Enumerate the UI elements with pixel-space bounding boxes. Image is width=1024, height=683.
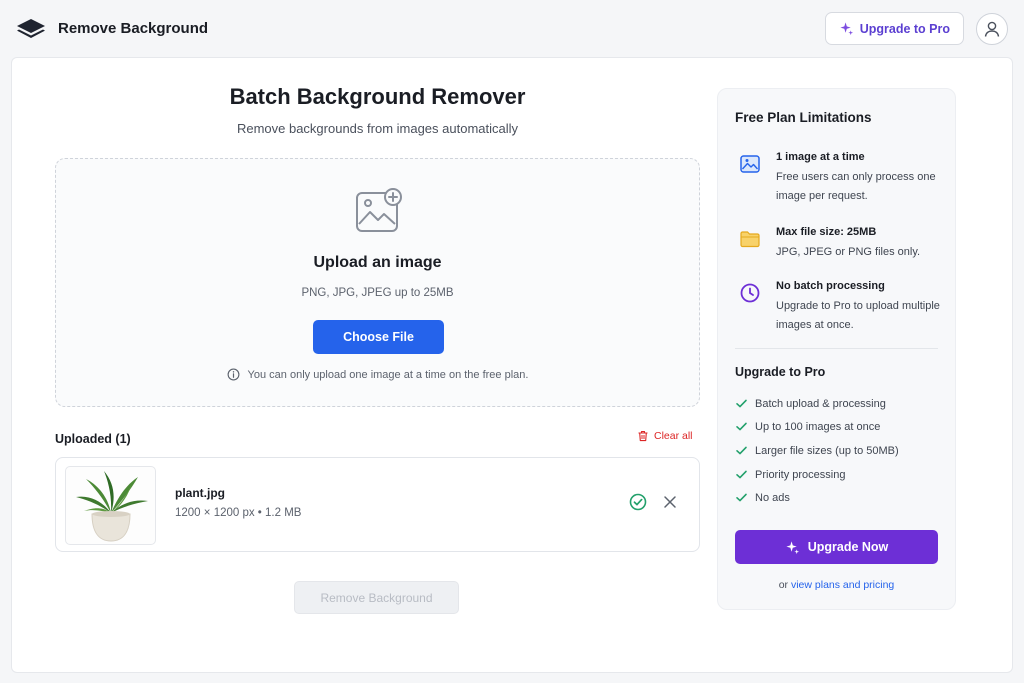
trash-icon bbox=[638, 431, 648, 442]
pro-feature-label: Priority processing bbox=[755, 468, 846, 481]
top-bar: Remove Background Upgrade to Pro bbox=[0, 0, 1024, 57]
pro-feature-label: Larger file sizes (up to 50MB) bbox=[755, 444, 899, 457]
page-title: Batch Background Remover bbox=[229, 84, 526, 109]
limitation-title: Max file size: 25MB bbox=[776, 226, 877, 238]
pro-feature: No ads bbox=[735, 491, 790, 504]
pro-feature: Batch upload & processing bbox=[735, 397, 886, 410]
sparkle-icon bbox=[786, 540, 799, 554]
upload-title: Upload an image bbox=[313, 254, 442, 271]
info-icon bbox=[227, 368, 239, 381]
uploaded-title: Uploaded (1) bbox=[55, 432, 131, 446]
user-avatar[interactable] bbox=[976, 12, 1008, 45]
limitation-desc: JPG, JPEG or PNG files only. bbox=[776, 246, 921, 258]
limitation-desc: Upgrade to Pro to upload multiple images… bbox=[776, 300, 940, 331]
plant-thumbnail-image bbox=[76, 471, 148, 542]
upgrade-to-pro-label: Upgrade to Pro bbox=[859, 21, 950, 36]
view-plans-link[interactable]: view plans and pricing bbox=[791, 579, 894, 591]
sparkle-icon bbox=[840, 22, 853, 36]
upload-note-text: You can only upload one image at a time … bbox=[247, 368, 529, 381]
upgrade-now-label: Upgrade Now bbox=[807, 540, 889, 554]
check-circle-icon bbox=[629, 493, 647, 511]
user-icon bbox=[984, 21, 1000, 37]
upload-note: You can only upload one image at a time … bbox=[56, 368, 699, 381]
brand-title: Remove Background bbox=[58, 20, 209, 37]
close-icon[interactable] bbox=[662, 494, 678, 510]
image-add-icon bbox=[356, 188, 402, 232]
layers-logo-icon bbox=[17, 18, 45, 38]
check-icon bbox=[736, 470, 747, 479]
pricing-prefix: or bbox=[778, 579, 789, 591]
file-thumbnail bbox=[65, 466, 156, 545]
upload-dropzone[interactable]: Upload an image PNG, JPG, JPEG up to 25M… bbox=[55, 158, 700, 407]
uploaded-file-row: plant.jpg 1200 × 1200 px • 1.2 MB bbox=[55, 457, 700, 552]
pro-feature: Priority processing bbox=[735, 468, 845, 481]
folder-icon bbox=[740, 231, 760, 248]
file-meta: 1200 × 1200 px • 1.2 MB bbox=[175, 507, 302, 519]
pro-feature-label: No ads bbox=[755, 491, 790, 504]
remove-background-button[interactable]: Remove Background bbox=[294, 581, 459, 614]
upload-formats: PNG, JPG, JPEG up to 25MB bbox=[301, 287, 454, 299]
clear-all-label: Clear all bbox=[654, 430, 693, 442]
check-icon bbox=[736, 493, 747, 502]
limitation-desc: Free users can only process one image pe… bbox=[776, 171, 936, 202]
pro-feature: Up to 100 images at once bbox=[735, 420, 880, 433]
choose-file-button[interactable]: Choose File bbox=[313, 320, 444, 354]
check-icon bbox=[736, 446, 747, 455]
pro-feature-label: Batch upload & processing bbox=[755, 397, 886, 410]
free-plan-title: Free Plan Limitations bbox=[735, 110, 872, 125]
upgrade-now-button[interactable]: Upgrade Now bbox=[735, 530, 938, 564]
brand[interactable]: Remove Background bbox=[16, 17, 208, 41]
limitation-title: 1 image at a time bbox=[776, 151, 865, 163]
pro-feature: Larger file sizes (up to 50MB) bbox=[735, 444, 899, 457]
upgrade-to-pro-button[interactable]: Upgrade to Pro bbox=[824, 12, 964, 45]
pro-feature-label: Up to 100 images at once bbox=[755, 420, 881, 433]
free-plan-panel: Free Plan Limitations 1 image at a time … bbox=[717, 88, 956, 610]
file-name: plant.jpg bbox=[175, 486, 225, 500]
pricing-line: or view plans and pricing bbox=[718, 579, 955, 591]
divider bbox=[735, 348, 938, 349]
upgrade-to-pro-title: Upgrade to Pro bbox=[735, 365, 826, 379]
check-icon bbox=[736, 422, 747, 431]
clock-icon bbox=[740, 283, 760, 303]
page-subtitle: Remove backgrounds from images automatic… bbox=[236, 121, 519, 136]
check-icon bbox=[736, 399, 747, 408]
image-icon bbox=[740, 155, 760, 173]
clear-all-button[interactable]: Clear all bbox=[637, 430, 693, 442]
limitation-title: No batch processing bbox=[776, 280, 885, 292]
